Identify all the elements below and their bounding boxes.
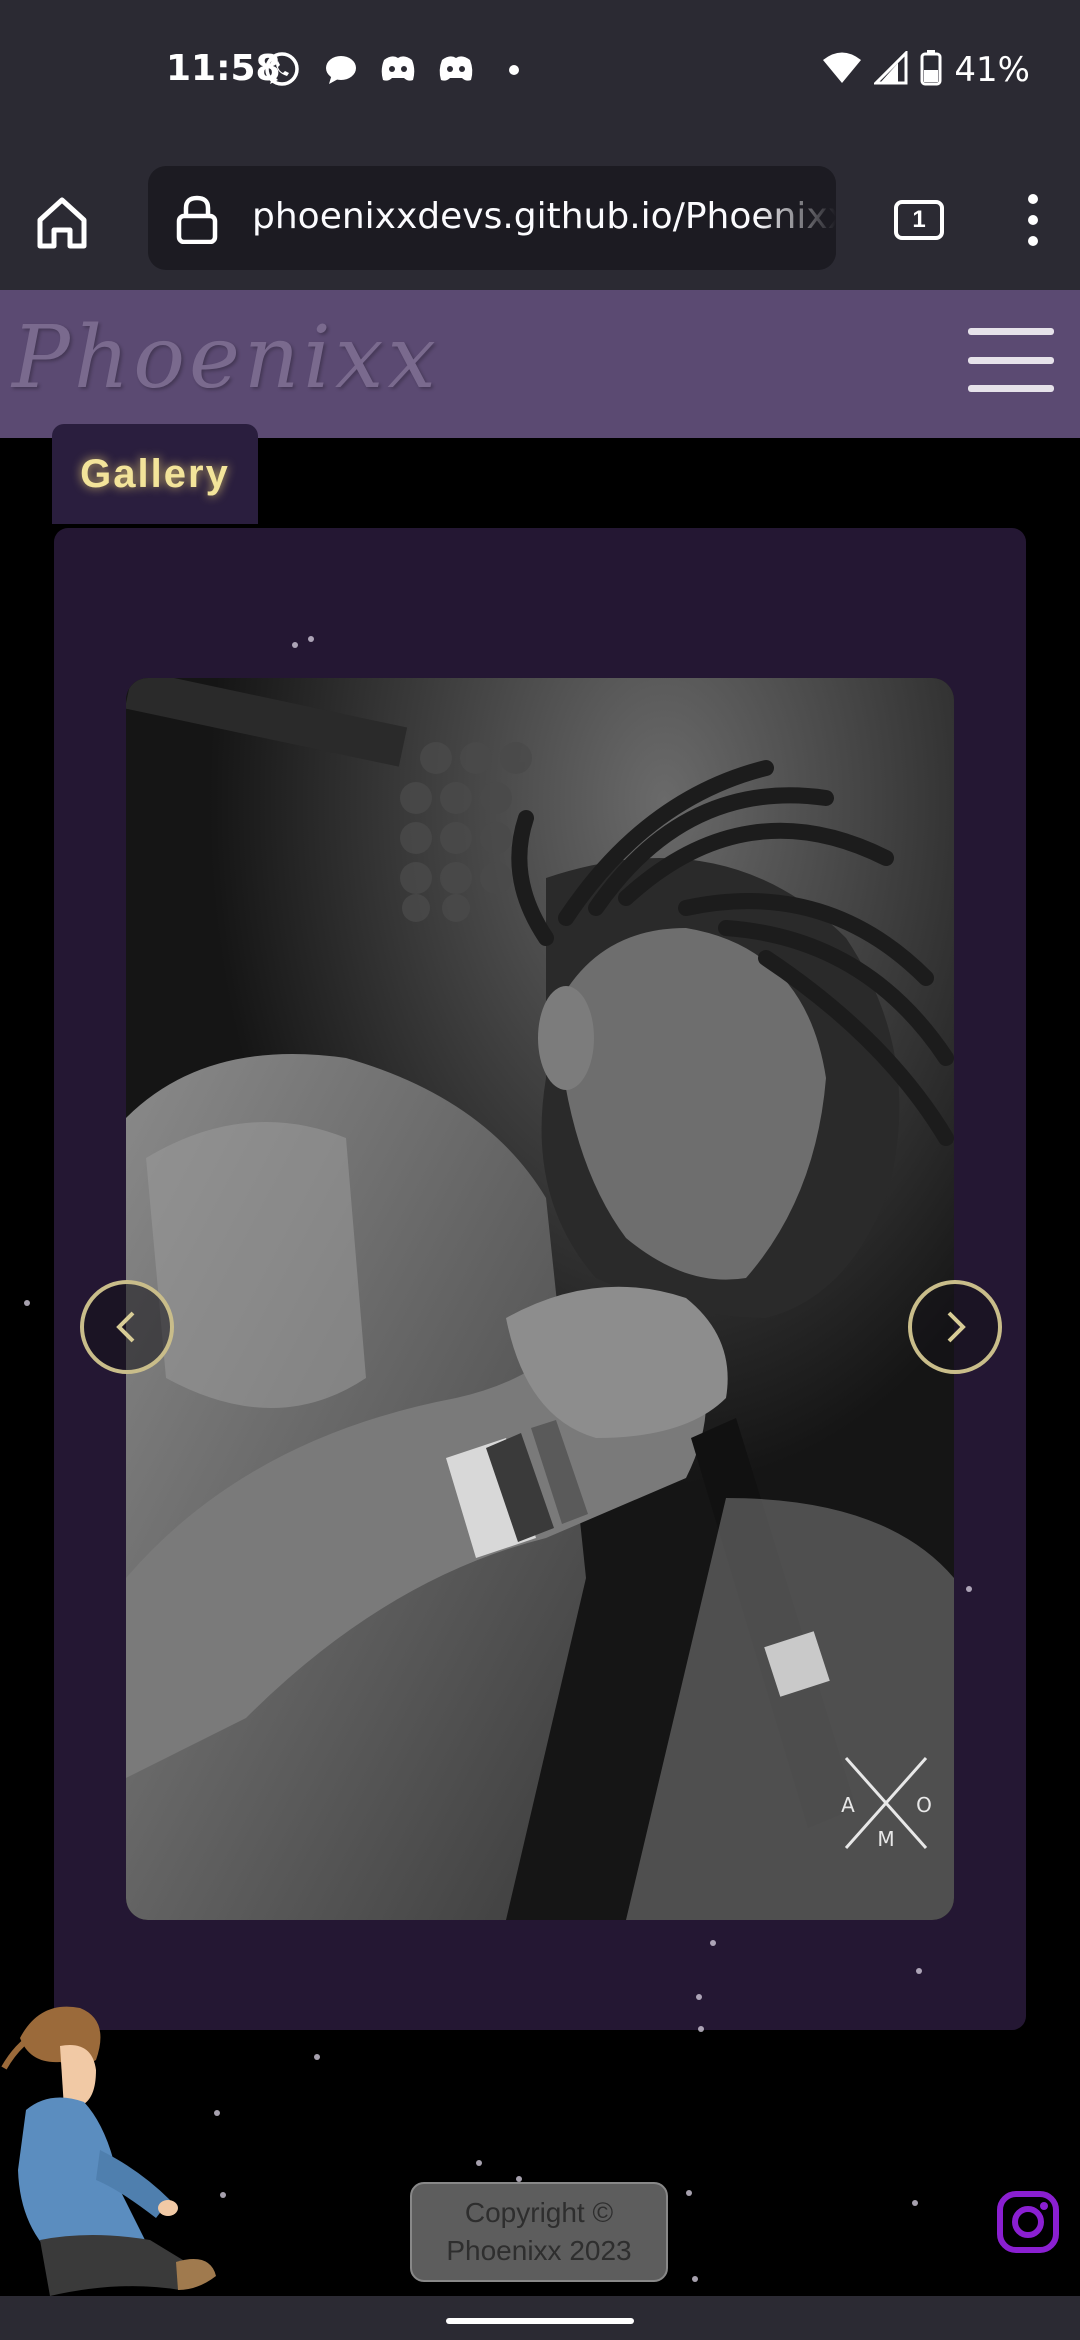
star-particle	[696, 1994, 702, 2000]
notification-icons	[262, 48, 534, 92]
hamburger-line	[968, 356, 1054, 364]
character-illustration	[0, 2000, 230, 2300]
system-status: 41%	[822, 48, 1030, 92]
instagram-icon	[997, 2191, 1059, 2253]
chevron-right-icon	[947, 1311, 966, 1343]
hamburger-line	[968, 328, 1054, 335]
copyright-box: Copyright © Phoenixx 2023	[410, 2182, 668, 2282]
whatsapp-icon	[262, 50, 302, 90]
hamburger-line	[968, 385, 1054, 392]
star-particle	[686, 2190, 692, 2196]
discord-icon	[436, 50, 476, 90]
signal-icon	[872, 48, 908, 90]
star-particle	[292, 642, 298, 648]
tab-counter-button[interactable]: 1	[894, 200, 944, 240]
star-particle	[698, 2026, 704, 2032]
copyright-line: Phoenixx 2023	[446, 2235, 632, 2266]
site-header: Phoenixx	[0, 290, 1080, 438]
star-particle	[916, 1968, 922, 1974]
star-particle	[966, 1586, 972, 1592]
gallery-photo: A O M	[126, 678, 954, 1920]
star-particle	[912, 2200, 918, 2206]
star-particle	[476, 2160, 482, 2166]
wifi-icon	[822, 51, 862, 90]
url-text[interactable]: phoenixxdevs.github.io/Phoenixx-	[252, 196, 836, 237]
star-particle	[692, 2276, 698, 2282]
browser-menu-button[interactable]	[1018, 188, 1048, 252]
star-particle	[308, 636, 314, 642]
carousel-prev-button[interactable]	[80, 1280, 174, 1374]
gesture-handle[interactable]	[446, 2318, 634, 2324]
copyright-line: Copyright ©	[464, 2197, 614, 2228]
lock-icon[interactable]	[174, 194, 220, 245]
browser-toolbar: phoenixxdevs.github.io/Phoenixx- 1	[0, 142, 1080, 290]
url-fade	[756, 166, 836, 270]
watermark-letter: A	[841, 1793, 855, 1817]
gallery-title: Gallery	[80, 451, 230, 496]
dot-icon	[494, 50, 534, 90]
discord-icon	[378, 50, 418, 90]
status-bar: 11:58 41%	[0, 0, 1080, 142]
battery-icon	[920, 49, 942, 91]
star-particle	[710, 1940, 716, 1946]
star-particle	[314, 2054, 320, 2060]
gallery-section-tab[interactable]: Gallery	[52, 424, 258, 524]
hamburger-menu-button[interactable]	[968, 328, 1054, 392]
chevron-left-icon	[116, 1311, 135, 1343]
instagram-link[interactable]	[996, 2190, 1060, 2254]
watermark-letter: M	[877, 1827, 894, 1851]
battery-percent: 41%	[954, 50, 1030, 90]
carousel-next-button[interactable]	[908, 1280, 1002, 1374]
menu-dot	[1028, 236, 1038, 246]
watermark-letter: O	[916, 1793, 932, 1817]
home-button[interactable]	[30, 190, 94, 254]
menu-dot	[1028, 215, 1038, 225]
star-particle	[24, 1300, 30, 1306]
menu-dot	[1028, 194, 1038, 204]
site-logo[interactable]: Phoenixx	[12, 308, 440, 408]
chat-bubble-icon	[320, 50, 360, 90]
home-icon	[37, 197, 87, 249]
address-bar[interactable]: phoenixxdevs.github.io/Phoenixx-	[148, 166, 836, 270]
